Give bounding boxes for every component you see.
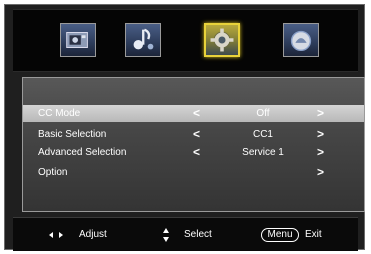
- arrow-right-icon[interactable]: >: [317, 164, 324, 180]
- arrow-right-icon[interactable]: >: [317, 105, 324, 121]
- category-tab-bar: [13, 9, 358, 72]
- menu-row-label: Basic Selection: [38, 129, 107, 140]
- menu-row-label: Option: [38, 167, 68, 178]
- up-arrow-icon: [163, 228, 169, 233]
- menu-row-label: CC Mode: [38, 108, 81, 119]
- arrow-right-icon[interactable]: >: [317, 144, 324, 160]
- picture-icon: [66, 32, 88, 48]
- arrow-left-icon[interactable]: <: [193, 105, 200, 121]
- tab-cc-settings[interactable]: [204, 23, 240, 57]
- menu-row-value: Service 1: [242, 147, 284, 158]
- exit-hint: Exit: [305, 229, 322, 240]
- arrow-left-icon[interactable]: <: [193, 144, 200, 160]
- menu-row-value: CC1: [252, 129, 273, 140]
- osd-menu: CC Mode < Off > Basic Selection < CC1 > …: [4, 4, 365, 251]
- left-arrow-icon: [49, 232, 53, 238]
- audio-icon: [133, 28, 154, 50]
- menu-key-icon: Menu: [261, 228, 299, 242]
- right-arrow-icon: [59, 232, 63, 238]
- menu-row-advanced-selection[interactable]: Advanced Selection < Service 1 >: [23, 144, 364, 161]
- setup-icon: [290, 30, 312, 52]
- menu-row-label: Advanced Selection: [38, 147, 127, 158]
- menu-row-option[interactable]: Option >: [23, 164, 364, 181]
- cc-settings-panel: CC Mode < Off > Basic Selection < CC1 > …: [22, 77, 365, 212]
- arrow-left-icon[interactable]: <: [193, 126, 200, 142]
- menu-row-cc-mode[interactable]: CC Mode < Off >: [23, 105, 364, 122]
- menu-row-value: Off: [256, 108, 270, 119]
- arrow-right-icon[interactable]: >: [317, 126, 324, 142]
- tab-audio[interactable]: [125, 23, 161, 57]
- cc-settings-icon: [210, 28, 234, 52]
- select-hint: Select: [184, 229, 212, 240]
- down-arrow-icon: [163, 237, 169, 242]
- tab-picture[interactable]: [60, 23, 96, 57]
- footer-hint-bar: Adjust Select Menu Exit: [13, 217, 358, 251]
- tab-setup[interactable]: [283, 23, 319, 57]
- adjust-hint: Adjust: [79, 229, 107, 240]
- menu-row-basic-selection[interactable]: Basic Selection < CC1 >: [23, 126, 364, 143]
